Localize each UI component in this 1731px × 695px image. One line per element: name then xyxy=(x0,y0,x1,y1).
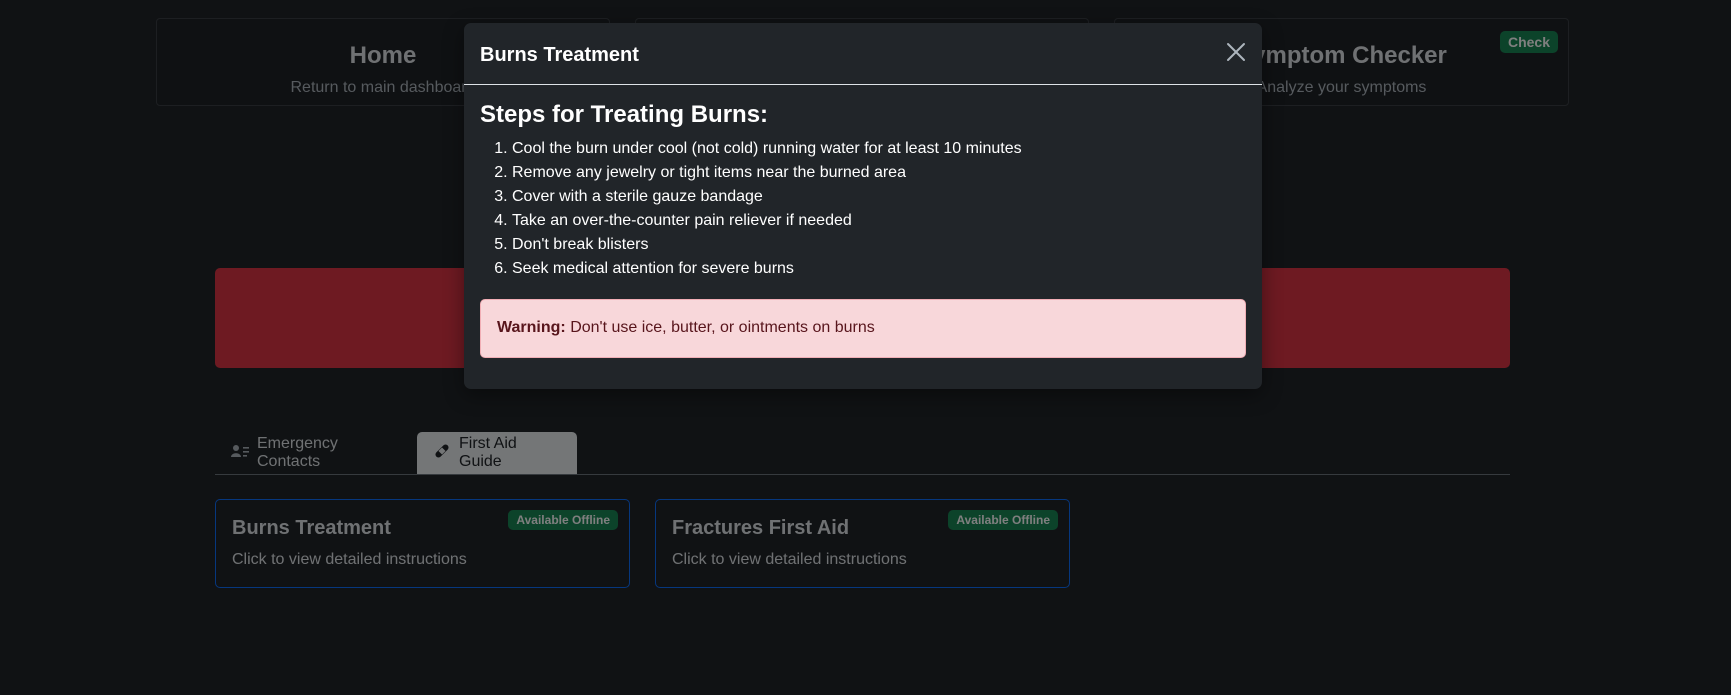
close-icon xyxy=(1227,43,1245,61)
step-item: Take an over-the-counter pain reliever i… xyxy=(512,209,1246,233)
step-item: Cool the burn under cool (not cold) runn… xyxy=(512,137,1246,161)
step-item: Remove any jewelry or tight items near t… xyxy=(512,161,1246,185)
steps-list: Cool the burn under cool (not cold) runn… xyxy=(480,137,1246,281)
close-button[interactable] xyxy=(1224,40,1248,64)
steps-heading: Steps for Treating Burns: xyxy=(480,101,769,128)
modal-title: Burns Treatment xyxy=(480,44,639,66)
burns-treatment-modal: Burns Treatment Steps for Treating Burns… xyxy=(464,23,1262,389)
warning-text: Don't use ice, butter, or ointments on b… xyxy=(570,319,875,336)
warning-alert: Warning: Don't use ice, butter, or ointm… xyxy=(480,299,1246,358)
warning-label: Warning: xyxy=(497,319,566,336)
step-item: Cover with a sterile gauze bandage xyxy=(512,185,1246,209)
modal-header: Burns Treatment xyxy=(464,23,1262,85)
step-item: Seek medical attention for severe burns xyxy=(512,257,1246,281)
modal-body: Steps for Treating Burns: Cool the burn … xyxy=(480,101,1246,358)
step-item: Don't break blisters xyxy=(512,233,1246,257)
